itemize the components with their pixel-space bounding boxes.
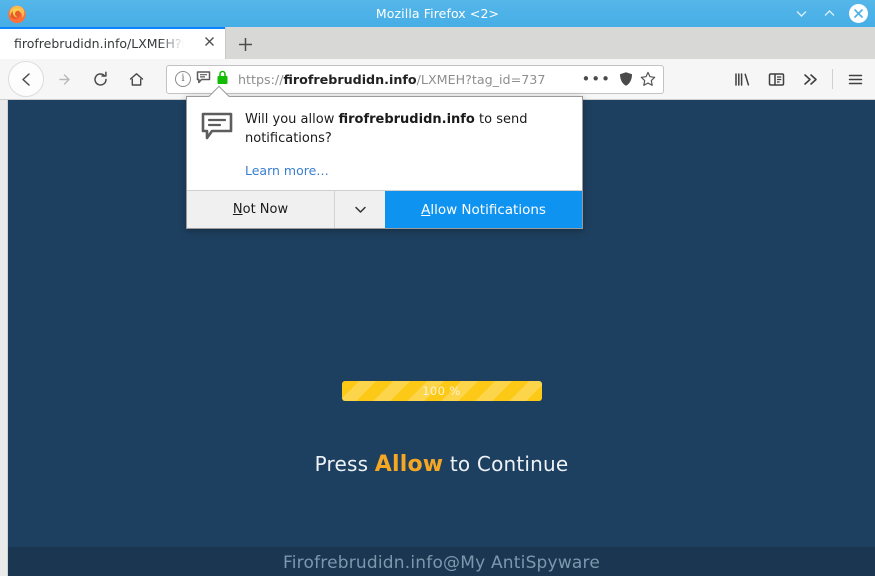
toolbar-divider bbox=[832, 69, 833, 89]
not-now-button[interactable]: Not Now bbox=[187, 191, 335, 228]
window-controls bbox=[793, 0, 868, 27]
page-left-strip bbox=[0, 100, 8, 576]
browser-window: Mozilla Firefox <2> firofrebrudidn.info/… bbox=[0, 0, 875, 576]
notification-permission-popup: Will you allow firofrebrudidn.info to se… bbox=[186, 85, 583, 229]
press-allow-prefix: Press bbox=[314, 452, 375, 476]
close-window-button[interactable] bbox=[849, 4, 868, 23]
popup-footer: Not Now Allow Notifications bbox=[187, 190, 582, 228]
close-tab-icon[interactable] bbox=[201, 35, 217, 51]
notification-permission-icon[interactable] bbox=[196, 70, 211, 89]
allow-notifications-button[interactable]: Allow Notifications bbox=[385, 191, 582, 228]
press-allow-message: Press Allow to Continue bbox=[8, 452, 875, 477]
allow-rest: llow Notifications bbox=[430, 201, 546, 218]
firefox-logo-icon bbox=[6, 3, 28, 25]
maximize-button[interactable] bbox=[821, 5, 838, 22]
url-path: /LXMEH?tag_id=737 bbox=[416, 71, 546, 87]
popup-question: Will you allow firofrebrudidn.info to se… bbox=[245, 110, 568, 148]
minimize-button[interactable] bbox=[793, 5, 810, 22]
tracking-protection-icon[interactable] bbox=[618, 71, 634, 87]
url-text[interactable]: https://firofrebrudidn.info/LXMEH?tag_id… bbox=[238, 72, 574, 87]
address-bar-identity-icons: i bbox=[175, 70, 229, 89]
popup-body: Will you allow firofrebrudidn.info to se… bbox=[187, 97, 582, 190]
reload-button[interactable] bbox=[84, 63, 116, 95]
popup-question-prefix: Will you allow bbox=[245, 112, 339, 127]
browser-tab[interactable]: firofrebrudidn.info/LXMEH?t bbox=[0, 27, 226, 59]
new-tab-button[interactable] bbox=[226, 29, 264, 59]
popup-texts: Will you allow firofrebrudidn.info to se… bbox=[245, 110, 568, 178]
navigation-toolbar: i https://firofrebrudidn.info/LXMEH?tag_… bbox=[0, 59, 875, 100]
progress-bar-container: 100 % bbox=[8, 381, 875, 401]
window-titlebar: Mozilla Firefox <2> bbox=[0, 0, 875, 27]
learn-more-link[interactable]: Learn more… bbox=[245, 163, 568, 178]
popup-dropdown-chevron-icon[interactable] bbox=[335, 191, 385, 228]
library-icon[interactable] bbox=[726, 64, 758, 94]
not-now-accel: N bbox=[232, 202, 243, 217]
page-info-icon[interactable]: i bbox=[175, 71, 191, 87]
page-actions-icon[interactable]: ••• bbox=[581, 70, 611, 88]
allow-accel: A bbox=[421, 201, 431, 218]
url-host: firofrebrudidn.info bbox=[283, 71, 417, 87]
home-button[interactable] bbox=[120, 63, 152, 95]
forward-button[interactable] bbox=[48, 63, 80, 95]
press-allow-suffix: to Continue bbox=[443, 452, 569, 476]
progress-label: 100 % bbox=[422, 384, 461, 398]
back-button[interactable] bbox=[8, 61, 44, 97]
url-scheme: https:// bbox=[238, 71, 284, 87]
not-now-rest: ot Now bbox=[242, 202, 289, 217]
overflow-chevrons-icon[interactable] bbox=[794, 64, 826, 94]
notification-bubble-icon bbox=[201, 110, 235, 178]
hamburger-menu-icon[interactable] bbox=[839, 64, 871, 94]
bookmark-star-icon[interactable] bbox=[640, 71, 656, 87]
tab-bar: firofrebrudidn.info/LXMEH?t bbox=[0, 27, 875, 59]
address-bar[interactable]: i https://firofrebrudidn.info/LXMEH?tag_… bbox=[166, 64, 664, 94]
sidebar-icon[interactable] bbox=[760, 64, 792, 94]
press-allow-highlight: Allow bbox=[374, 452, 444, 477]
progress-bar: 100 % bbox=[341, 381, 542, 401]
window-title: Mozilla Firefox <2> bbox=[375, 6, 500, 21]
popup-question-host: firofrebrudidn.info bbox=[338, 112, 475, 127]
watermark-text: Firofrebrudidn.info@My AntiSpyware bbox=[282, 553, 601, 573]
toolbar-right-buttons bbox=[726, 64, 871, 94]
tab-title: firofrebrudidn.info/LXMEH?t bbox=[14, 35, 184, 51]
